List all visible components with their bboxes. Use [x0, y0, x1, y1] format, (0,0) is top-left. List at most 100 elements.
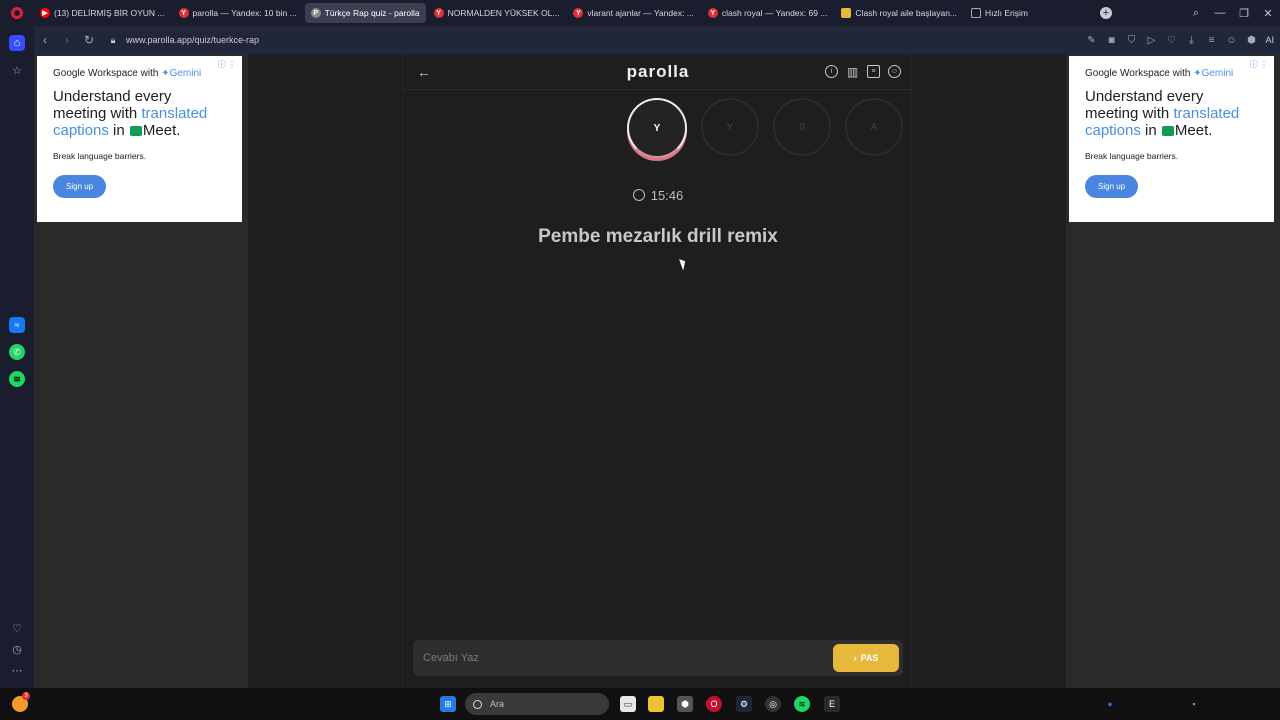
letter-circle: A — [845, 98, 903, 156]
ad-subtext: Break language barriers. — [53, 151, 147, 161]
tab-label: NORMALDEN YÜKSEK OL... — [447, 8, 560, 18]
info-icon[interactable]: i — [825, 65, 838, 78]
opera-logo-icon[interactable] — [0, 0, 34, 26]
shield-icon[interactable]: ⛉ — [1125, 35, 1137, 46]
pass-button[interactable]: › PAS — [833, 644, 899, 672]
history-icon[interactable]: ◷ — [9, 641, 25, 657]
tab-youtube[interactable]: ▶ (13) DELİRMİŞ BİR OYUN ... — [34, 3, 171, 23]
ad-banner-left[interactable]: ⓘ ⋮ Google Workspace with ✦Gemini Unders… — [37, 56, 242, 222]
opera-taskbar-icon[interactable]: O — [706, 696, 722, 712]
spotify-icon[interactable]: ≋ — [9, 371, 25, 387]
forward-icon[interactable]: › — [56, 33, 78, 47]
user-icon[interactable]: ☺ — [888, 65, 901, 78]
ad-brand: Google Workspace with ✦Gemini — [53, 68, 226, 79]
download-icon[interactable]: ⤓ — [1185, 35, 1197, 46]
ad-signup-button[interactable]: Sign up — [1085, 175, 1139, 198]
app-cube-icon[interactable]: ⬢ — [677, 696, 693, 712]
youtube-icon: ▶ — [40, 8, 50, 18]
yandex-icon: Y — [573, 8, 584, 18]
menu-icon[interactable]: ≡ — [1205, 35, 1217, 46]
windows-taskbar: 3 ⊞ Ara ▭ ⬢ O ⚙ ◎ ≋ E ● ▪ — [0, 688, 1280, 720]
tab-valorant[interactable]: Yvlarant ajanlar — Yandex: ... — [567, 3, 699, 23]
tab-yandex-parolla[interactable]: Yparolla — Yandex: 10 bin ... — [173, 3, 303, 23]
tab-normalden[interactable]: Y NORMALDEN YÜKSEK OL... — [428, 3, 566, 23]
grid-icon — [971, 8, 982, 18]
window-controls: ⌕ — ❐ ✕ — [1184, 0, 1280, 26]
folder-icon — [841, 8, 852, 18]
tab-label: vlarant ajanlar — Yandex: ... — [587, 8, 694, 18]
file-explorer-icon[interactable] — [648, 696, 664, 712]
ad-headline: Understand every meeting with translated… — [53, 88, 226, 139]
tray-app-icon[interactable]: ▪ — [1186, 696, 1202, 712]
clock-icon — [632, 189, 645, 201]
tab-label: Clash royal aile başlayan... — [855, 8, 958, 18]
ad-info-icon[interactable]: ⓘ ⋮ — [218, 59, 236, 70]
left-ad-column: ⓘ ⋮ Google Workspace with ✦Gemini Unders… — [34, 54, 248, 688]
windows-start-icon[interactable]: ⊞ — [440, 696, 456, 712]
camera-icon[interactable]: ◙ — [1105, 35, 1117, 46]
back-icon[interactable]: ‹ — [34, 33, 56, 47]
microphone-icon[interactable]: ● — [1102, 696, 1118, 712]
yandex-icon: Y — [178, 8, 189, 18]
edit-icon[interactable]: ✎ — [1085, 35, 1097, 46]
lock-icon[interactable]: 🔒︎ — [106, 35, 120, 46]
right-ad-column: ⓘ ⋮ Google Workspace with ✦Gemini Unders… — [1066, 54, 1280, 688]
restore-icon[interactable]: ❐ — [1232, 7, 1256, 20]
star-icon[interactable]: ☆ — [9, 62, 25, 78]
ad-headline-meet: Meet. — [142, 122, 181, 139]
profile-icon[interactable]: ☺ — [1225, 35, 1237, 46]
url-field[interactable]: www.parolla.app/quiz/tuerkce-rap — [126, 35, 259, 45]
app-header: ← parolla i ▥ ≡ ☺ — [403, 54, 913, 90]
chrome-icon[interactable]: ◎ — [765, 696, 781, 712]
ad-info-icon[interactable]: ⓘ ⋮ — [1250, 59, 1268, 70]
more-icon[interactable]: ⋯ — [9, 662, 25, 678]
tab-clash-royal[interactable]: Yclash royal — Yandex: 69 ... — [702, 3, 834, 23]
tab-speed-dial[interactable]: Hızlı Erişim — [965, 3, 1034, 23]
ad-subtext: Break language barriers. — [1085, 151, 1179, 161]
stats-icon[interactable]: ▥ — [846, 65, 859, 79]
steam-icon[interactable]: ⚙ — [736, 696, 752, 712]
letter-circle: Y — [701, 98, 759, 156]
taskbar-search[interactable]: Ara — [465, 693, 609, 715]
ad-brand: Google Workspace with ✦Gemini — [1085, 68, 1258, 79]
tab-label: Hızlı Erişim — [985, 8, 1028, 18]
heart-icon[interactable]: ♡ — [1165, 35, 1177, 46]
tab-parolla-quiz[interactable]: P Türkçe Rap quiz - parolla — [304, 3, 426, 23]
minimize-icon[interactable]: — — [1208, 7, 1232, 19]
ad-headline-part2: in — [1145, 122, 1157, 139]
meet-icon — [129, 126, 142, 136]
tab-clash-aile[interactable]: Clash royal aile başlayan... — [835, 3, 963, 23]
address-bar-actions: ✎ ◙ ⛉ ▷ ♡ ⤓ ≡ ☺ ⬢ AI — [1085, 26, 1274, 54]
ad-brand-highlight: Gemini — [1201, 68, 1234, 79]
heart-icon[interactable]: ♡ — [9, 620, 25, 636]
tab-label: clash royal — Yandex: 69 ... — [721, 8, 828, 18]
messenger-icon[interactable]: ≈ — [9, 317, 25, 333]
answer-input[interactable] — [423, 649, 803, 667]
parolla-icon: P — [310, 8, 321, 18]
home-icon[interactable]: ⌂ — [9, 35, 25, 51]
letter-wheel: Y Y 0 A — [627, 98, 903, 158]
epic-games-icon[interactable]: E — [824, 696, 840, 712]
task-view-icon[interactable]: ▭ — [620, 696, 636, 712]
search-icon — [473, 699, 482, 709]
browser-tab-bar: ▶ (13) DELİRMİŞ BİR OYUN ... Yparolla — Y… — [0, 0, 1280, 26]
play-icon[interactable]: ▷ — [1145, 35, 1157, 46]
ai-button[interactable]: AI — [1265, 35, 1274, 45]
browser-sidebar: ⌂ ☆ ≈ ✆ ≋ ♡ ◷ ⋯ — [0, 26, 34, 688]
ad-banner-right[interactable]: ⓘ ⋮ Google Workspace with ✦Gemini Unders… — [1069, 56, 1274, 222]
new-tab-plus-icon[interactable]: + — [1100, 7, 1112, 19]
address-bar: ‹ › ↻ 🔒︎ www.parolla.app/quiz/tuerkce-ra… — [34, 26, 1280, 54]
spotify-taskbar-icon[interactable]: ≋ — [794, 696, 810, 712]
tab-search-icon[interactable]: ⌕ — [1184, 7, 1208, 20]
reload-icon[interactable]: ↻ — [78, 33, 100, 47]
whatsapp-icon[interactable]: ✆ — [9, 344, 25, 360]
gemini-icon: ✦ — [161, 68, 170, 79]
web-page: ⓘ ⋮ Google Workspace with ✦Gemini Unders… — [34, 54, 1280, 688]
chat-icon[interactable]: ≡ — [867, 65, 880, 78]
pass-label: PAS — [860, 653, 879, 663]
yandex-icon: Y — [433, 8, 444, 18]
extension-icon[interactable]: ⬢ — [1245, 35, 1257, 46]
gemini-icon: ✦ — [1193, 68, 1202, 79]
close-icon[interactable]: ✕ — [1256, 7, 1280, 20]
ad-signup-button[interactable]: Sign up — [53, 175, 107, 198]
